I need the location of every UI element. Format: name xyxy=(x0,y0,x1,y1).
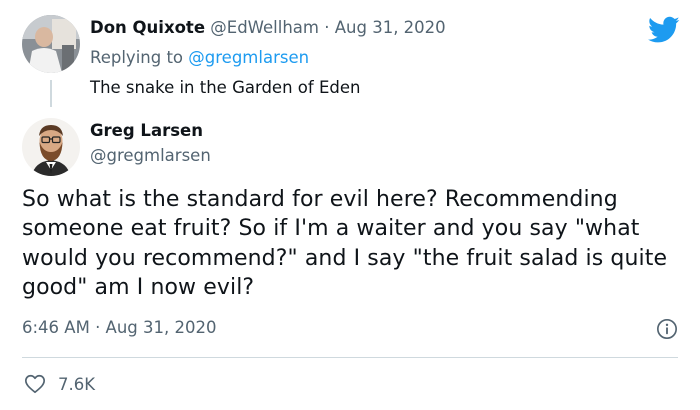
reply-separator: · xyxy=(324,18,330,37)
main-tweet-timestamp[interactable]: 6:46 AM · Aug 31, 2020 xyxy=(22,318,217,337)
reply-author-avatar[interactable] xyxy=(22,15,80,73)
reply-author-handle[interactable]: @EdWellham xyxy=(210,18,319,37)
reply-header: Don Quixote @EdWellham · Aug 31, 2020 xyxy=(90,18,446,37)
like-button[interactable]: 7.6K xyxy=(24,372,95,396)
reply-date[interactable]: Aug 31, 2020 xyxy=(335,18,446,37)
replying-to-line: Replying to @gregmlarsen xyxy=(90,48,309,67)
reply-author-name[interactable]: Don Quixote xyxy=(90,18,205,37)
action-divider xyxy=(22,357,678,358)
thread-connector-line xyxy=(50,80,52,107)
main-author-avatar[interactable] xyxy=(22,118,80,176)
replying-to-prefix: Replying to xyxy=(90,48,184,67)
replying-to-mention[interactable]: @gregmlarsen xyxy=(188,48,309,67)
heart-icon xyxy=(25,374,45,394)
main-tweet-text: So what is the standard for evil here? R… xyxy=(22,187,668,300)
twitter-bird-icon[interactable] xyxy=(648,16,680,44)
tweet-card: Don Quixote @EdWellham · Aug 31, 2020 Re… xyxy=(0,0,700,410)
main-author-handle[interactable]: @gregmlarsen xyxy=(90,146,211,165)
like-count: 7.6K xyxy=(58,374,96,394)
reply-text: The snake in the Garden of Eden xyxy=(90,78,361,97)
info-icon[interactable] xyxy=(656,318,678,340)
main-author-name[interactable]: Greg Larsen xyxy=(90,121,203,140)
